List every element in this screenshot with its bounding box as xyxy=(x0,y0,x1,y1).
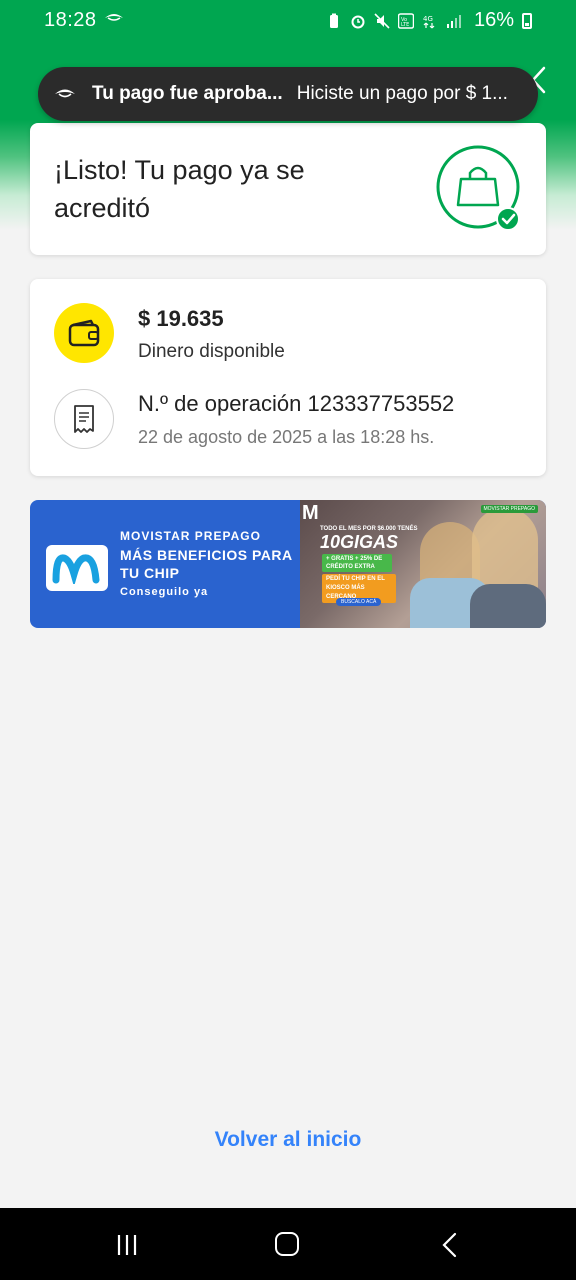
4g-icon: 4G xyxy=(423,15,435,28)
promo-green-box: + GRATIS + 25% DE CRÉDITO EXTRA xyxy=(322,554,392,572)
notification-title: Tu pago fue aproba... xyxy=(92,83,283,104)
banner-headline: MÁS BENEFICIOS PARA TU CHIP xyxy=(120,547,293,581)
promo-tag: MOVISTAR PREPAGO xyxy=(480,505,538,513)
status-icons: Vo LTE 4G 16% xyxy=(326,9,532,32)
mute-icon xyxy=(374,12,390,29)
available-amount: $ 19.635 xyxy=(138,306,224,331)
available-amount-label: Dinero disponible xyxy=(138,341,285,362)
success-card: ¡Listo! Tu pago ya se acreditó xyxy=(30,123,546,255)
svg-text:4G: 4G xyxy=(423,15,433,23)
back-icon[interactable] xyxy=(440,1232,458,1258)
banner-kicker: MOVISTAR PREPAGO xyxy=(120,529,261,543)
movistar-mark-icon: M xyxy=(302,502,319,524)
notification-body: Hiciste un pago por $ 1... xyxy=(296,83,508,104)
promo-person-body xyxy=(470,584,546,628)
signal-icon xyxy=(446,14,461,28)
banner-cta: Conseguilo ya xyxy=(120,586,209,598)
promo-pill: BUSCALO ACÁ xyxy=(336,598,382,606)
battery-saver-icon xyxy=(329,13,338,28)
mercadopago-notification-icon xyxy=(105,14,123,21)
shopping-bag-check-icon xyxy=(436,145,520,231)
volte-icon: VoLTE xyxy=(397,12,414,29)
status-bar: 18:28 Vo LTE 4G 16% xyxy=(0,0,576,42)
payment-notification[interactable]: Tu pago fue aproba... Hiciste un pago po… xyxy=(38,67,538,121)
wallet-icon-container xyxy=(54,303,114,363)
mercadopago-icon xyxy=(55,89,75,98)
operation-date: 22 de agosto de 2025 a las 18:28 hs. xyxy=(138,427,435,447)
promo-banner[interactable]: MOVISTAR PREPAGO MÁS BENEFICIOS PARA TU … xyxy=(30,500,546,628)
recent-apps-icon[interactable] xyxy=(116,1233,138,1257)
operation-number: N.º de operación 123337753552 xyxy=(138,391,455,416)
success-title: ¡Listo! Tu pago ya se acreditó xyxy=(54,155,305,223)
svg-text:LTE: LTE xyxy=(401,22,409,28)
alarm-icon xyxy=(351,15,365,28)
payment-details-card: $ 19.635 Dinero disponible N.º de operac… xyxy=(30,279,546,476)
battery-percent: 16% xyxy=(473,9,514,31)
home-icon[interactable] xyxy=(275,1232,299,1256)
movistar-logo-icon xyxy=(46,545,108,591)
system-nav-bar xyxy=(0,1208,576,1280)
banner-promo-image: M MOVISTAR PREPAGO TODO EL MES POR $6.00… xyxy=(300,500,546,628)
status-time: 18:28 xyxy=(44,9,97,31)
battery-icon xyxy=(522,12,532,29)
promo-big-text: 10GIGAS xyxy=(320,532,399,552)
wallet-icon xyxy=(68,319,100,347)
receipt-icon-container xyxy=(54,389,114,449)
back-home-link[interactable]: Volver al inicio xyxy=(0,1128,576,1152)
receipt-icon xyxy=(74,405,94,433)
